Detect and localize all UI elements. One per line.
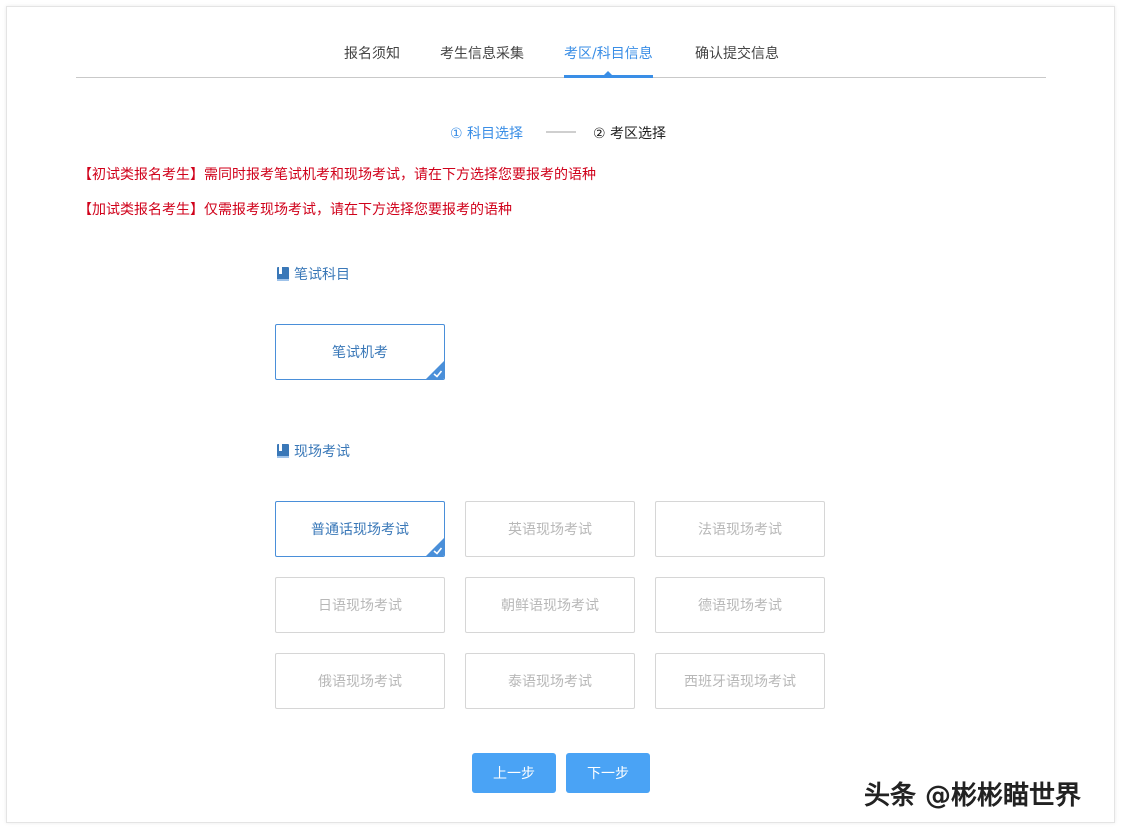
check-icon <box>426 538 444 556</box>
tab-label: 考区/科目信息 <box>564 46 653 62</box>
check-icon <box>426 361 444 379</box>
option-english-onsite[interactable]: 英语现场考试 <box>465 501 635 557</box>
step-area-selection[interactable]: ② 考区选择 <box>593 123 666 143</box>
section-title-onsite: 现场考试 <box>276 441 350 461</box>
section-title-written: 笔试科目 <box>276 264 350 284</box>
option-label: 英语现场考试 <box>508 522 592 538</box>
prev-step-button[interactable]: 上一步 <box>472 753 556 793</box>
option-french-onsite[interactable]: 法语现场考试 <box>655 501 825 557</box>
tab-confirm-submit[interactable]: 确认提交信息 <box>695 43 779 77</box>
tab-label: 考生信息采集 <box>440 46 524 62</box>
option-german-onsite[interactable]: 德语现场考试 <box>655 577 825 633</box>
progress-tabs: 报名须知 考生信息采集 考区/科目信息 确认提交信息 <box>76 34 1046 78</box>
option-mandarin-onsite[interactable]: 普通话现场考试 <box>275 501 445 557</box>
option-label: 俄语现场考试 <box>318 674 402 690</box>
step-connector <box>546 131 576 133</box>
option-label: 笔试机考 <box>332 345 388 361</box>
option-label: 朝鲜语现场考试 <box>501 598 599 614</box>
option-spanish-onsite[interactable]: 西班牙语现场考试 <box>655 653 825 709</box>
tab-candidate-info[interactable]: 考生信息采集 <box>440 43 524 77</box>
option-label: 西班牙语现场考试 <box>684 674 796 690</box>
option-written-computer-exam[interactable]: 笔试机考 <box>275 324 445 380</box>
option-russian-onsite[interactable]: 俄语现场考试 <box>275 653 445 709</box>
option-label: 法语现场考试 <box>698 522 782 538</box>
option-label: 日语现场考试 <box>318 598 402 614</box>
option-label: 泰语现场考试 <box>508 674 592 690</box>
option-label: 德语现场考试 <box>698 598 782 614</box>
book-icon <box>277 267 289 281</box>
next-step-button[interactable]: 下一步 <box>566 753 650 793</box>
notice-initial-exam: 【初试类报名考生】需同时报考笔试机考和现场考试，请在下方选择您要报考的语种 <box>78 167 596 183</box>
section-title-text: 现场考试 <box>294 444 350 460</box>
book-icon <box>277 444 289 458</box>
active-tab-caret-icon <box>603 71 614 76</box>
tab-exam-area-subject[interactable]: 考区/科目信息 <box>564 43 653 78</box>
sub-steps: ① 科目选择 ② 考区选择 <box>0 123 1121 143</box>
option-thai-onsite[interactable]: 泰语现场考试 <box>465 653 635 709</box>
option-label: 普通话现场考试 <box>311 522 409 538</box>
option-korean-onsite[interactable]: 朝鲜语现场考试 <box>465 577 635 633</box>
notice-additional-exam: 【加试类报名考生】仅需报考现场考试，请在下方选择您要报考的语种 <box>78 202 512 218</box>
watermark: 头条 @彬彬瞄世界 <box>864 781 1082 811</box>
option-japanese-onsite[interactable]: 日语现场考试 <box>275 577 445 633</box>
tab-label: 确认提交信息 <box>695 46 779 62</box>
tab-registration-notice[interactable]: 报名须知 <box>344 43 400 77</box>
tab-label: 报名须知 <box>344 46 400 62</box>
section-title-text: 笔试科目 <box>294 267 350 283</box>
step-subject-selection[interactable]: ① 科目选择 <box>450 123 523 143</box>
